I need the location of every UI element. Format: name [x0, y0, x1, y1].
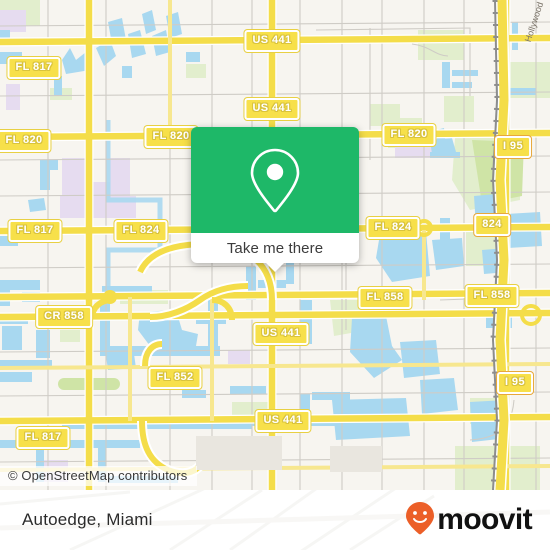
location-pin-icon [247, 146, 303, 214]
road-shield: FL 817 [16, 427, 70, 449]
footer-bar: Autoedge, Miami moovit [0, 490, 550, 550]
moovit-wordmark: moovit [437, 503, 532, 536]
road-shield: I 95 [497, 372, 533, 394]
callout-action-bar[interactable]: Take me there [191, 233, 359, 263]
road-shield: FL 858 [358, 287, 412, 309]
callout-icon-panel [191, 127, 359, 233]
take-me-there-callout[interactable]: Take me there [191, 127, 359, 272]
take-me-there-label: Take me there [226, 239, 324, 257]
map-canvas[interactable]: US 441 FL 817 US 441 FL 820 FL 820 FL 820 I 95… [0, 0, 550, 490]
interstate-95 [493, 0, 511, 490]
road-shield: FL 824 [366, 217, 420, 239]
place-title: Autoedge, Miami [22, 510, 153, 529]
road-shield: FL 858 [465, 285, 519, 307]
moovit-logo[interactable]: moovit [405, 501, 533, 540]
road-shield: US 441 [255, 410, 311, 432]
road-shield: FL 817 [7, 57, 61, 79]
moovit-map-screenshot: US 441 FL 817 US 441 FL 820 FL 820 FL 820 I 95… [0, 0, 550, 550]
callout-tail-pointer [266, 263, 284, 272]
road-shield: FL 852 [148, 367, 202, 389]
road-shield: US 441 [244, 30, 300, 52]
osm-attribution[interactable]: © OpenStreetMap contributors [0, 466, 198, 486]
road-shield: FL 820 [0, 130, 51, 152]
road-shield: FL 817 [8, 220, 62, 242]
road-shield: US 441 [244, 98, 300, 120]
road-shield: US 441 [253, 323, 309, 345]
road-shield: FL 820 [382, 124, 436, 146]
road-shield: 824 [474, 214, 510, 236]
road-shield: FL 820 [144, 126, 198, 148]
road-shield: FL 824 [114, 220, 168, 242]
road-shield: CR 858 [36, 306, 92, 328]
road-shield: I 95 [495, 136, 531, 158]
moovit-pin-smile-icon [405, 501, 435, 540]
